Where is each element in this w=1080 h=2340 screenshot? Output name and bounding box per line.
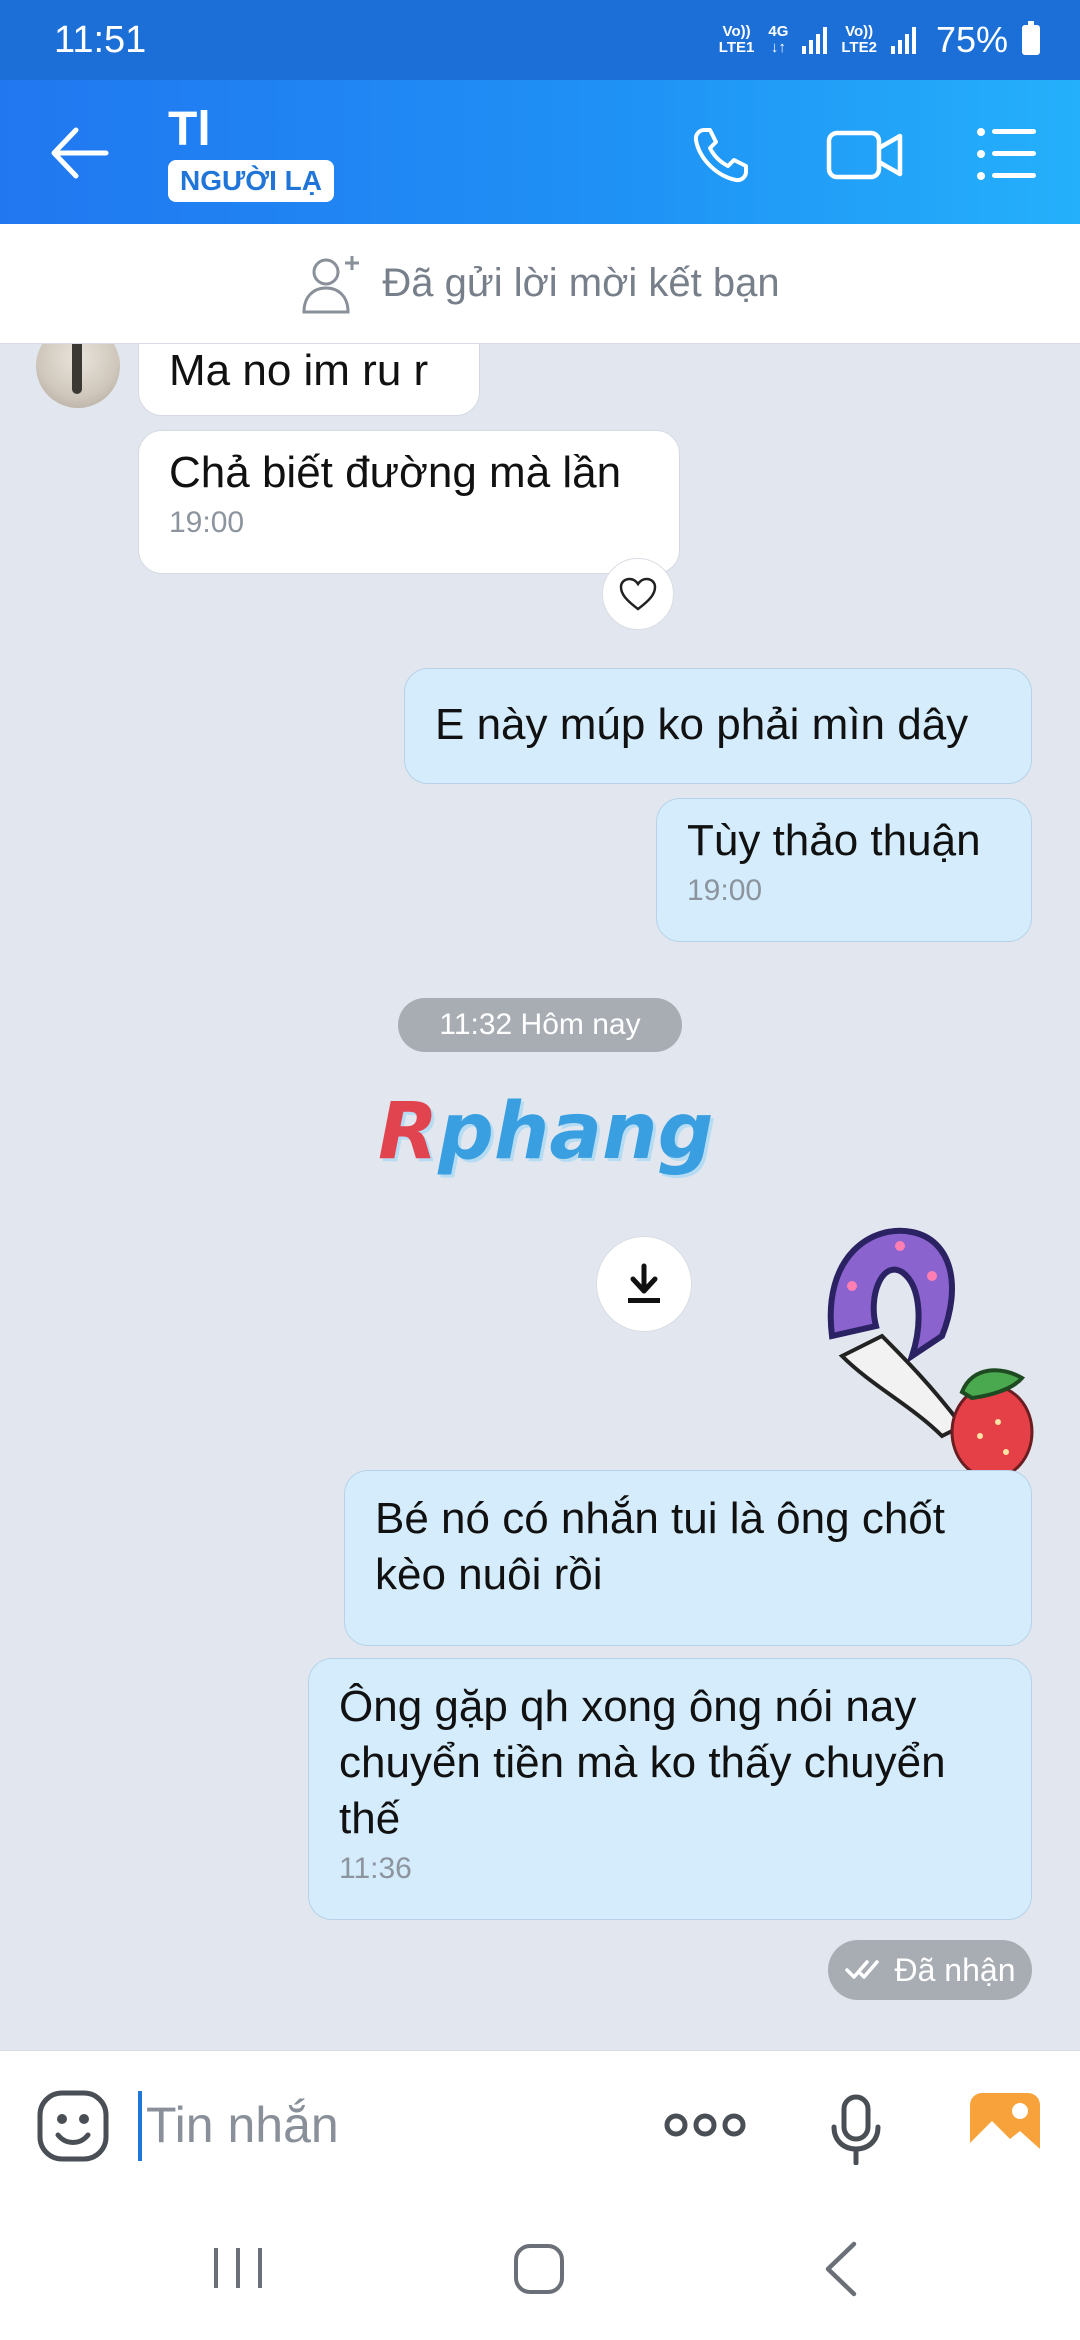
back-nav-icon[interactable] [820, 2240, 860, 2298]
received-status-text: Đã nhận [894, 1952, 1016, 1988]
home-icon[interactable] [512, 2242, 566, 2296]
microphone-icon[interactable] [830, 2093, 882, 2165]
message-time: 19:00 [687, 874, 763, 907]
message-list[interactable]: Ma no im ru r Chả biết đường mà lần 19:0… [0, 344, 1080, 2050]
message-text: Tùy thảo thuận [687, 816, 981, 865]
message-bubble-outgoing[interactable]: Ông gặp qh xong ông nói nay chuyển tiền … [308, 1658, 1032, 1920]
chat-header: Tl NGƯỜI LẠ [0, 80, 1080, 224]
message-text: E này múp ko phải mìn dây [435, 700, 969, 749]
video-icon[interactable] [826, 126, 904, 184]
sticker-image[interactable] [812, 1216, 1034, 1488]
message-text: Chả biết đường mà lần [169, 448, 622, 497]
received-status-badge: Đã nhận [828, 1940, 1032, 2000]
heart-icon [619, 577, 657, 611]
react-heart-button[interactable] [602, 558, 674, 630]
message-input[interactable] [146, 2087, 626, 2163]
signal-icon [890, 26, 916, 54]
battery-icon [1022, 21, 1040, 55]
message-time: 11:36 [339, 1852, 412, 1885]
message-time: 19:00 [169, 506, 245, 539]
double-check-icon [844, 1960, 879, 1979]
download-icon [628, 1263, 660, 1303]
status-indicators: Vo)) LTE1 4G ↓↑ Vo)) LTE2 75% [719, 19, 1040, 61]
stranger-badge: NGƯỜI LẠ [168, 160, 334, 202]
date-separator: 11:32 Hôm nay [398, 998, 682, 1052]
sim2-label: Vo)) LTE2 [841, 23, 877, 56]
signal-icon [802, 26, 828, 54]
text-caret [138, 2091, 142, 2161]
message-text: Bé nó có nhắn tui là ông chốt kèo nuôi r… [375, 1494, 945, 1599]
add-user-icon [302, 255, 360, 313]
recents-icon[interactable] [210, 2244, 266, 2292]
message-bubble-outgoing[interactable]: Bé nó có nhắn tui là ông chốt kèo nuôi r… [344, 1470, 1032, 1646]
friend-request-bar[interactable]: Đã gửi lời mời kết bạn [0, 224, 1080, 344]
network-type-label: 4G ↓↑ [768, 23, 789, 56]
more-dots-icon[interactable] [664, 2105, 746, 2145]
battery-percent: 75% [935, 19, 1008, 60]
message-bubble-incoming[interactable]: Ma no im ru r [138, 344, 480, 416]
message-composer [0, 2050, 1080, 2194]
message-bubble-outgoing[interactable]: E này múp ko phải mìn dây [404, 668, 1032, 784]
avatar[interactable] [36, 344, 120, 408]
emoji-icon[interactable] [36, 2089, 110, 2163]
watermark-logo: Rphang [378, 1087, 714, 1177]
status-bar: 11:51 Vo)) LTE1 4G ↓↑ Vo)) LTE2 75% [0, 0, 1080, 80]
message-text: Ông gặp qh xong ông nói nay chuyển tiền … [339, 1682, 946, 1843]
system-nav-bar [0, 2194, 1080, 2340]
phone-icon[interactable] [690, 124, 752, 186]
sim1-label: Vo)) LTE1 [718, 23, 755, 56]
friend-request-text: Đã gửi lời mời kết bạn [382, 261, 780, 305]
download-button[interactable] [596, 1236, 692, 1332]
menu-icon[interactable] [976, 124, 1038, 184]
message-bubble-outgoing[interactable]: Tùy thảo thuận 19:00 [656, 798, 1032, 942]
message-bubble-incoming[interactable]: Chả biết đường mà lần 19:00 [138, 430, 680, 574]
contact-name[interactable]: Tl [168, 102, 211, 157]
message-text: Ma no im ru r [169, 346, 429, 395]
status-time: 11:51 [54, 18, 147, 61]
image-icon[interactable] [968, 2091, 1042, 2161]
back-arrow-icon[interactable] [46, 120, 112, 186]
